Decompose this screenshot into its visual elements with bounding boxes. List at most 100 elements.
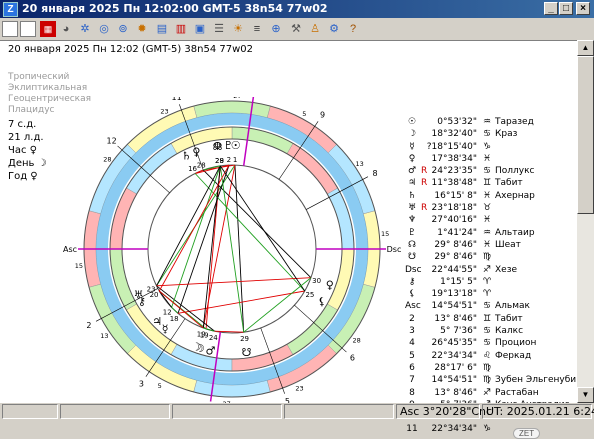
natal-chart-wheel[interactable]: ☉1☽19☿18♀28♂24♃12♄16♅ 23♆28♇2☊29☋29⚷ 20 ⚸25… — [60, 97, 405, 417]
minimize-button[interactable]: _ — [544, 2, 558, 15]
figure-icon[interactable]: ♙ — [307, 21, 323, 37]
planet-glyph: ☽ — [407, 129, 417, 140]
planet-glyph: ♀ — [326, 279, 334, 292]
circle-chart-icon[interactable]: ◎ — [96, 21, 112, 37]
planet-glyph: ♀ — [408, 153, 416, 164]
sign-glyph: ♋ — [482, 338, 492, 349]
progression-icon[interactable]: ✹ — [134, 21, 150, 37]
sign-glyph: ♊ — [482, 178, 492, 189]
lines-icon[interactable]: ≡ — [249, 21, 265, 37]
sign-glyph: ♒ — [482, 227, 492, 238]
coordinates-type: Эклиптикальная — [8, 83, 88, 93]
fixed-star: Процион — [495, 338, 537, 349]
globe-icon[interactable]: ◕ — [58, 21, 74, 37]
sign-glyph: ♒ — [482, 117, 492, 127]
sign-glyph: ♈ — [482, 289, 492, 300]
house-cusp-degree: 15 — [75, 262, 83, 270]
scroll-down-icon[interactable]: ▼ — [577, 387, 594, 403]
compass-icon[interactable]: ⊕ — [268, 21, 284, 37]
settings-icon[interactable]: ⚙ — [326, 21, 342, 37]
planet-degree: 22°34'34" — [431, 424, 477, 435]
planet-glyph: 11 — [406, 424, 418, 435]
house-cusp-degree: 28 — [352, 337, 360, 345]
house-cusp-label: 3 — [139, 379, 144, 388]
planet-glyph: ☋ — [242, 346, 252, 359]
planet-glyph: ☿ — [409, 141, 415, 152]
planet-glyph: ☿ — [162, 323, 169, 336]
chart-area: 20 января 2025 Пн 12:02 (GMT-5) 38n54 77… — [0, 40, 577, 439]
calendar-icon[interactable]: ▣ — [192, 21, 208, 37]
status-asc: Asc 3°20'28"Cnc — [396, 404, 492, 419]
house-cusp-label: 12 — [107, 137, 117, 146]
planet-glyph: ⚷ — [138, 295, 146, 308]
planet-degree: 22°44'55" — [431, 264, 477, 275]
planet-glyph: ⚷ — [408, 276, 416, 287]
house-cusp-degree: 23 — [160, 108, 168, 116]
biwheel-icon[interactable]: ⊚ — [115, 21, 131, 37]
planet-glyph: ♇ — [223, 139, 233, 152]
vertical-scrollbar[interactable]: ▲ ▼ — [577, 40, 594, 403]
fixed-star: Альтаир — [495, 227, 535, 238]
sign-glyph: ♍ — [482, 252, 492, 263]
planet-degree-label: 25 — [305, 291, 314, 299]
house-cusp-label: 11 — [171, 97, 181, 102]
planet-glyph: 5 — [409, 350, 415, 361]
planet-glyph: ♅ — [407, 203, 417, 214]
planet-degree: 17°38'34" — [431, 153, 477, 164]
planet-degree: 13° 8'46" — [434, 387, 477, 398]
sign-glyph: ♋ — [482, 166, 492, 177]
wheel-icon[interactable]: ✲ — [77, 21, 93, 37]
help-icon[interactable]: ? — [345, 21, 361, 37]
planet-degree: ?18°15'40" — [426, 141, 477, 152]
house-cusp-degree: 28 — [103, 155, 111, 163]
planet-degree-label: 29 — [215, 157, 224, 165]
fixed-star: Ахернар — [495, 190, 535, 201]
app-icon: Z — [3, 2, 18, 17]
fixed-star: Табит — [495, 178, 523, 189]
day-ruler: День ☽ — [8, 158, 47, 169]
grid-icon[interactable]: ▤ — [154, 21, 170, 37]
tools-icon[interactable]: ⚒ — [288, 21, 304, 37]
planet-degree: 14°54'51" — [431, 301, 477, 312]
sun-icon[interactable]: ☀ — [230, 21, 246, 37]
maximize-button[interactable]: □ — [559, 2, 573, 15]
chart-icon[interactable]: ▦ — [40, 21, 56, 37]
planet-degree-label: 28 — [197, 161, 206, 169]
status-panel-3 — [172, 404, 282, 419]
house-cusp-degree: 5 — [302, 110, 306, 118]
planet-glyph: ☋ — [408, 252, 416, 263]
planet-glyph: 4 — [409, 338, 415, 349]
planet-glyph: ♀ — [192, 145, 200, 158]
window-title: 20 января 2025 Пн 12:02:00 GMT-5 38n54 7… — [22, 2, 328, 15]
new-chart-icon[interactable] — [2, 21, 18, 37]
status-datetime: UT: 2025.01.21 6:24:03 — [482, 404, 594, 419]
app-window: Z 20 января 2025 Пн 12:02:00 GMT-5 38n54… — [0, 0, 594, 439]
house-cusp-degree: 13 — [356, 160, 364, 168]
table-icon[interactable]: ▥ — [173, 21, 189, 37]
list-icon[interactable]: ☰ — [211, 21, 227, 37]
sign-glyph: ♓ — [482, 239, 492, 250]
sign-glyph: ♊ — [482, 313, 492, 324]
planet-glyph: ⚸ — [318, 295, 326, 308]
fixed-star: Таразед — [495, 117, 534, 127]
sign-glyph: ♋ — [482, 326, 492, 337]
year-ruler: Год ♀ — [8, 171, 38, 182]
sign-glyph: ♍ — [482, 362, 492, 373]
planet-degree-label: 12 — [163, 309, 172, 317]
planet-degree: 26°45'35" — [431, 338, 477, 349]
scroll-up-icon[interactable]: ▲ — [577, 40, 594, 56]
planet-glyph: ⚸ — [408, 289, 416, 300]
planet-degree: 29° 8'46" — [434, 252, 477, 263]
weekday-number: 7 с.д. — [8, 119, 37, 130]
close-button[interactable]: × — [576, 2, 590, 15]
fixed-star: Альмак — [495, 301, 530, 312]
scroll-thumb[interactable] — [577, 56, 594, 214]
fixed-star: Шеат — [495, 239, 521, 250]
chart-header: 20 января 2025 Пн 12:02 (GMT-5) 38n54 77… — [8, 44, 253, 55]
house-cusp-degree: 15 — [381, 230, 389, 238]
planet-degree: 24°23'35" — [431, 166, 477, 177]
title-bar: Z 20 января 2025 Пн 12:02:00 GMT-5 38n54… — [0, 0, 594, 18]
house-cusp-label: 9 — [320, 111, 325, 120]
blank-page-icon[interactable] — [20, 21, 36, 37]
planet-glyph: 8 — [409, 387, 415, 398]
